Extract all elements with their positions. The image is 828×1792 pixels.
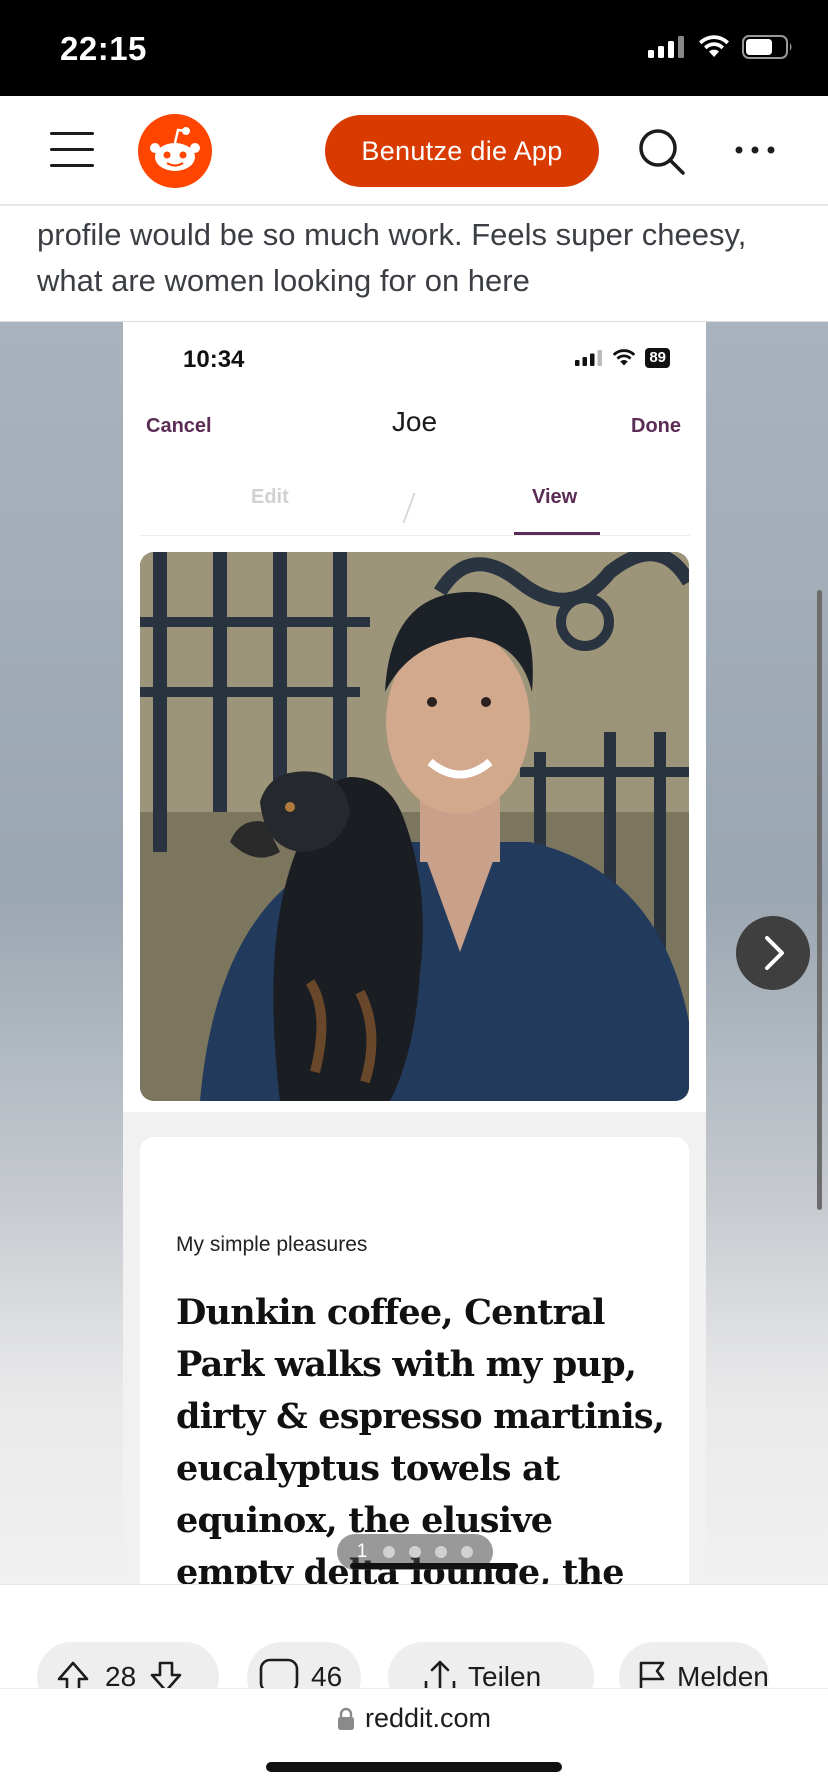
share-icon bbox=[424, 1660, 456, 1688]
gallery-dot[interactable] bbox=[409, 1546, 422, 1558]
reddit-logo[interactable] bbox=[138, 114, 212, 188]
upvote-icon[interactable] bbox=[55, 1659, 91, 1688]
gallery-dot[interactable] bbox=[435, 1546, 448, 1558]
gallery-current-index: 1 bbox=[356, 1541, 368, 1562]
reddit-alien-icon bbox=[150, 127, 200, 171]
embedded-screenshot: 10:34 89 Cancel Joe Done Edit View My si… bbox=[123, 322, 706, 1584]
prompt-title: My simple pleasures bbox=[176, 1233, 368, 1256]
hamburger-menu-icon[interactable] bbox=[50, 130, 94, 170]
report-label: Melden bbox=[677, 1661, 769, 1688]
share-label: Teilen bbox=[468, 1661, 542, 1688]
tab-divider bbox=[140, 535, 690, 536]
lock-icon bbox=[337, 1707, 354, 1730]
profile-name: Joe bbox=[391, 406, 438, 437]
gallery-dot[interactable] bbox=[461, 1546, 474, 1558]
signal-icon bbox=[648, 36, 684, 58]
tab-view: View bbox=[532, 486, 578, 508]
chevron-right-icon bbox=[765, 936, 784, 970]
tab-edit: Edit bbox=[251, 486, 289, 508]
report-button[interactable]: Melden bbox=[619, 1642, 769, 1688]
status-icons bbox=[648, 34, 794, 60]
url-display[interactable]: reddit.com bbox=[0, 1703, 828, 1734]
post-action-bar: 28 46 Teilen Melden bbox=[0, 1584, 828, 1688]
vote-count: 28 bbox=[105, 1661, 137, 1688]
use-app-button[interactable]: Benutze die App bbox=[325, 115, 599, 187]
tab-separator bbox=[402, 492, 416, 524]
comment-count: 46 bbox=[311, 1661, 343, 1688]
comment-icon bbox=[259, 1658, 299, 1688]
browser-url-bar[interactable]: reddit.com bbox=[0, 1688, 828, 1792]
home-indicator[interactable] bbox=[266, 1762, 562, 1772]
post-body-text: profile would be so much work. Feels sup… bbox=[37, 217, 747, 298]
flag-icon bbox=[639, 1661, 665, 1688]
battery-icon bbox=[742, 35, 792, 59]
comments-button[interactable]: 46 bbox=[247, 1642, 361, 1688]
gallery-dot[interactable] bbox=[383, 1546, 396, 1558]
post-body: profile would be so much work. Feels sup… bbox=[0, 206, 828, 322]
status-bar: 22:15 bbox=[0, 0, 828, 96]
prompt-card: My simple pleasures Dunkin coffee, Centr… bbox=[140, 1137, 689, 1584]
status-time: 22:15 bbox=[60, 30, 147, 67]
share-button[interactable]: Teilen bbox=[388, 1642, 594, 1688]
embedded-signal-icon bbox=[575, 350, 603, 366]
profile-photo bbox=[140, 552, 689, 1101]
post-media-gallery[interactable]: 10:34 89 Cancel Joe Done Edit View My si… bbox=[0, 322, 828, 1584]
more-options-icon[interactable] bbox=[733, 140, 777, 160]
embedded-status-time: 10:34 bbox=[183, 346, 245, 373]
reddit-header: Benutze die App bbox=[0, 96, 828, 206]
embedded-wifi-icon bbox=[613, 349, 636, 366]
done-button: Done bbox=[631, 415, 681, 437]
embedded-battery-level: 89 bbox=[645, 348, 670, 368]
downvote-icon[interactable] bbox=[148, 1659, 184, 1688]
embedded-status-icons: 89 bbox=[575, 348, 670, 368]
wifi-icon bbox=[699, 35, 729, 57]
vote-control: 28 bbox=[37, 1642, 219, 1688]
next-image-button[interactable] bbox=[736, 916, 810, 990]
url-domain: reddit.com bbox=[364, 1703, 492, 1733]
search-icon[interactable] bbox=[636, 126, 688, 178]
scrollbar[interactable] bbox=[817, 590, 822, 1210]
embedded-home-indicator bbox=[350, 1563, 518, 1569]
